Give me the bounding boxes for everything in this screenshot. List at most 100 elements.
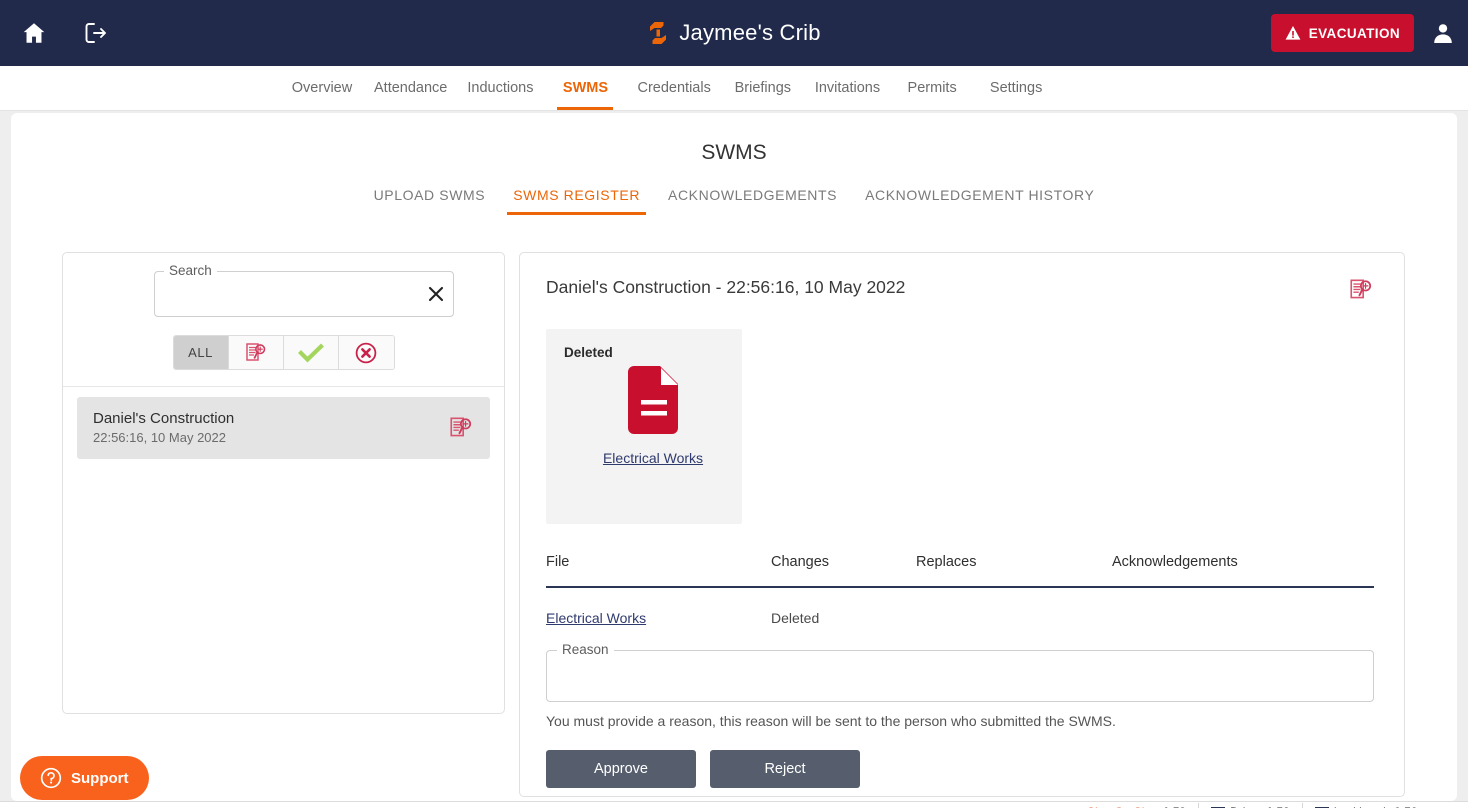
filter-approved-button[interactable] (283, 336, 339, 369)
page-title: SWMS (701, 141, 767, 164)
nav-item-permits[interactable]: Permits (890, 66, 974, 110)
nav-item-overview[interactable]: Overview (280, 66, 364, 110)
cell-changes: Deleted (771, 610, 820, 626)
exit-button[interactable] (76, 13, 116, 53)
approved-check-icon (297, 343, 324, 362)
detail-header: Daniel's Construction - 22:56:16, 10 May… (546, 277, 1374, 303)
account-button[interactable] (1426, 13, 1460, 53)
detail-title: Daniel's Construction - 22:56:16, 10 May… (546, 277, 906, 297)
subtab-acknowledgements[interactable]: ACKNOWLEDGEMENTS (654, 187, 851, 215)
list-item-company: Daniel's Construction (93, 409, 235, 427)
nav-label: Invitations (814, 80, 881, 96)
rejected-circle-x-icon (355, 342, 377, 363)
nav-label: Overview (291, 80, 353, 96)
swms-register-content: Search ALL Daniel's Construction 22:56:1… (11, 252, 1457, 797)
swms-subtabs: UPLOAD SWMS SWMS REGISTER ACKNOWLEDGEMEN… (11, 187, 1457, 215)
header-left-icons (0, 13, 116, 53)
exit-door-icon (85, 23, 106, 43)
reason-input[interactable] (547, 651, 1373, 701)
warning-triangle-icon (1285, 26, 1301, 40)
column-header-acknowledgements: Acknowledgements (1112, 554, 1374, 588)
filter-all-label: ALL (188, 345, 213, 360)
files-table: File Changes Replaces Acknowledgements E… (546, 554, 1374, 626)
pending-review-document-icon (1350, 279, 1372, 299)
home-icon (23, 23, 45, 43)
subtab-label: UPLOAD SWMS (373, 187, 486, 203)
question-circle-icon (40, 767, 62, 789)
main-navigation: Overview Attendance Inductions SWMS Cred… (0, 66, 1468, 111)
document-preview: Electrical Works (564, 366, 742, 466)
brand-title: Jaymee's Crib (679, 20, 821, 45)
header-right-actions: EVACUATION (1270, 0, 1468, 66)
nav-label: Permits (907, 80, 957, 96)
bottom-cell-sign-on-site[interactable]: Sign On Site: 1.59 (1075, 803, 1198, 808)
swms-detail-panel: Daniel's Construction - 22:56:16, 10 May… (519, 252, 1405, 797)
search-and-filters: Search ALL (63, 253, 504, 387)
swms-list-panel: Search ALL Daniel's Construction 22:56:1… (62, 252, 505, 714)
search-clear-button[interactable] (419, 272, 453, 316)
file-link[interactable]: Electrical Works (546, 610, 646, 626)
top-header-bar: Jaymee's Crib EVACUATION (0, 0, 1468, 66)
close-x-icon (428, 286, 444, 302)
nav-label: Briefings (734, 80, 792, 96)
swms-list: Daniel's Construction 22:56:16, 10 May 2… (63, 387, 504, 713)
column-header-replaces: Replaces (916, 554, 1112, 588)
document-file-link[interactable]: Electrical Works (603, 450, 703, 466)
bottom-bar-cells: Sign On Site: 1.59 Drive: 1.59 Lockheed:… (0, 802, 1468, 808)
subtab-acknowledgement-history[interactable]: ACKNOWLEDGEMENT HISTORY (851, 187, 1108, 215)
nav-item-swms[interactable]: SWMS (543, 66, 627, 110)
subtab-label: SWMS REGISTER (513, 187, 641, 203)
list-item[interactable]: Daniel's Construction 22:56:16, 10 May 2… (77, 397, 490, 459)
bottom-cell-drive[interactable]: Drive: 1.59 (1198, 803, 1302, 808)
column-header-changes: Changes (771, 554, 916, 588)
subtab-label: ACKNOWLEDGEMENTS (668, 187, 838, 203)
filter-pending-button[interactable] (228, 336, 284, 369)
nav-item-attendance[interactable]: Attendance (364, 66, 457, 110)
table-row: Electrical Works Deleted (546, 587, 1374, 626)
document-status-card: Deleted Electrical Works (546, 329, 742, 524)
nav-item-briefings[interactable]: Briefings (721, 66, 805, 110)
reject-button[interactable]: Reject (710, 750, 860, 788)
approve-button[interactable]: Approve (546, 750, 696, 788)
detail-actions: Approve Reject (546, 750, 1374, 788)
page-content-card: SWMS UPLOAD SWMS SWMS REGISTER ACKNOWLED… (11, 113, 1457, 801)
red-document-icon[interactable] (622, 366, 684, 440)
subtab-label: ACKNOWLEDGEMENT HISTORY (865, 187, 1095, 203)
pending-review-document-icon (450, 417, 472, 437)
nav-label: Settings (989, 80, 1043, 96)
nav-item-settings[interactable]: Settings (974, 66, 1058, 110)
filter-all-button[interactable]: ALL (173, 336, 229, 369)
document-status-label: Deleted (564, 345, 613, 360)
cell-file: Electrical Works (546, 587, 771, 626)
filter-rejected-button[interactable] (338, 336, 394, 369)
brand-block: Jaymee's Crib (0, 0, 1468, 66)
bottom-cell-lockheed[interactable]: Lockheed: 0.50 (1301, 803, 1430, 808)
evacuation-button[interactable]: EVACUATION (1270, 14, 1414, 52)
nav-label: Attendance (374, 80, 448, 96)
reason-helper-text: You must provide a reason, this reason w… (546, 713, 1116, 729)
bottom-status-bar: Sign On Site: 1.59 Drive: 1.59 Lockheed:… (0, 801, 1468, 808)
list-item-timestamp: 22:56:16, 10 May 2022 (93, 430, 226, 446)
status-filter-group: ALL (83, 335, 484, 370)
nav-label: SWMS (562, 80, 609, 96)
list-item-text: Daniel's Construction 22:56:16, 10 May 2… (93, 409, 234, 447)
support-widget-button[interactable]: Support (20, 756, 149, 800)
cell-acknowledgements (1112, 587, 1374, 626)
subtab-upload-swms[interactable]: UPLOAD SWMS (360, 187, 500, 215)
support-label: Support (71, 769, 129, 787)
status-filter-buttons: ALL (172, 335, 395, 370)
search-input[interactable] (155, 272, 419, 316)
column-header-file: File (546, 554, 771, 588)
nav-item-credentials[interactable]: Credentials (627, 66, 720, 110)
nav-item-invitations[interactable]: Invitations (805, 66, 890, 110)
reason-field-wrapper: Reason (546, 642, 1374, 702)
reason-label: Reason (557, 642, 614, 657)
home-button[interactable] (14, 13, 54, 53)
nav-label: Credentials (637, 80, 711, 96)
subtab-swms-register[interactable]: SWMS REGISTER (499, 187, 654, 215)
sitepass-s-logo-icon (650, 22, 667, 44)
nav-item-inductions[interactable]: Inductions (457, 66, 543, 110)
nav-label: Inductions (467, 80, 534, 96)
table-header-row: File Changes Replaces Acknowledgements (546, 554, 1374, 588)
user-avatar-icon (1434, 24, 1452, 43)
